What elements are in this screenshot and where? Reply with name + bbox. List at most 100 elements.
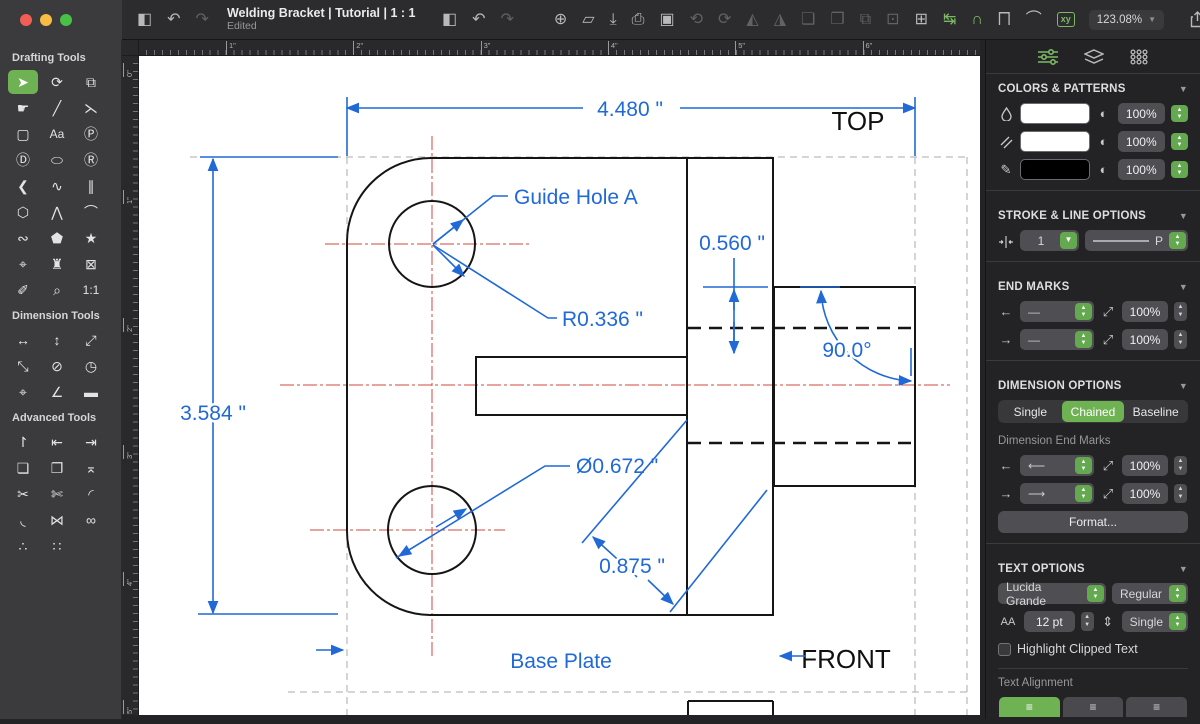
pattern-opacity-value[interactable]: 100%: [1117, 131, 1165, 152]
blob-tool[interactable]: ⬟: [42, 226, 72, 250]
dim-chain-text[interactable]: 0.875 ": [597, 553, 668, 581]
stroke-opacity-value[interactable]: 100%: [1117, 159, 1165, 180]
tab-layers[interactable]: [1084, 48, 1104, 65]
start-mark-dropdown[interactable]: — ▲ ▼: [1020, 301, 1094, 322]
collapse-chevron-icon[interactable]: ▼: [1179, 282, 1188, 292]
group-icon[interactable]: ❏: [801, 11, 815, 28]
multi-split-tool[interactable]: ✄: [42, 482, 72, 506]
share-icon[interactable]: [1190, 11, 1200, 28]
close-window-button[interactable]: [20, 13, 32, 26]
clip-box-tool[interactable]: ⊠: [76, 252, 106, 276]
rounded-rect-tool[interactable]: Ⓡ: [76, 148, 106, 172]
dim-start-mark-stepper[interactable]: ▲ ▼: [1075, 457, 1092, 474]
stroke-color-swatch[interactable]: [1020, 159, 1090, 180]
transform-tool[interactable]: ⧉: [76, 70, 106, 94]
distribute-icon[interactable]: ↹: [943, 11, 956, 28]
ellipse-tool[interactable]: ⬭: [42, 148, 72, 172]
top-view-label[interactable]: TOP: [830, 104, 887, 138]
fill-opacity-stepper[interactable]: ▲ ▼: [1171, 105, 1188, 122]
front-view-label[interactable]: FRONT: [799, 642, 893, 676]
base-plate-label[interactable]: Base Plate: [508, 648, 615, 676]
measure-tool[interactable]: ▬: [76, 380, 106, 404]
highlight-clipped-text-checkbox[interactable]: [998, 642, 1011, 656]
bezier-tool[interactable]: ⋀: [42, 200, 72, 224]
actual-size-tool[interactable]: 1:1: [76, 278, 106, 302]
polyline-tool[interactable]: ⋋: [76, 96, 106, 120]
drawing-canvas[interactable]: 4.480 " 3.584 " Guide Hole A R0.336 " 0.…: [139, 56, 980, 719]
union-tool[interactable]: ❏: [8, 456, 38, 480]
eyedropper-tool[interactable]: ✐: [8, 278, 38, 302]
format-button[interactable]: Format...: [998, 511, 1188, 533]
snap-curve-icon[interactable]: ⌒: [1026, 11, 1042, 28]
fillet-tool[interactable]: ◜: [76, 482, 106, 506]
diagonal-dimension-tool[interactable]: ⤢: [76, 328, 106, 352]
dimension-diameter[interactable]: Ø0.672 ": [395, 453, 661, 559]
insert-point-left-tool[interactable]: ⇤: [42, 430, 72, 454]
zoom-level-control[interactable]: 123.08% ▼: [1088, 9, 1165, 30]
rotate-tool[interactable]: ⟳: [42, 70, 72, 94]
line-tool[interactable]: ╱: [42, 96, 72, 120]
rotate-left-icon[interactable]: ⟲: [690, 11, 703, 28]
chamfer-tool[interactable]: ◟: [8, 508, 38, 532]
start-mark-stepper[interactable]: ▲ ▼: [1075, 303, 1092, 320]
font-family-dropdown[interactable]: Lucida Grande ▲ ▼: [998, 580, 1106, 608]
align-left-button[interactable]: ≡: [999, 697, 1060, 717]
font-size-value[interactable]: 12 pt: [1024, 611, 1075, 632]
import-icon[interactable]: ⤓: [610, 11, 617, 28]
oblique-dimension-tool[interactable]: ⤡: [8, 354, 38, 378]
print-icon[interactable]: ⎙: [632, 11, 645, 28]
dim-start-mark-dropdown[interactable]: ⟵ ▲ ▼: [1020, 455, 1094, 476]
freehand-tool[interactable]: ∾: [8, 226, 38, 250]
dimension-depth[interactable]: 0.560 ": [697, 230, 768, 355]
end-mark-scale[interactable]: 100%: [1122, 329, 1168, 350]
dim-radius-text[interactable]: R0.336 ": [560, 306, 646, 334]
chain-tool[interactable]: ∴: [8, 534, 38, 558]
font-size-stepper[interactable]: ▲ ▼: [1080, 612, 1094, 631]
center-mark-tool[interactable]: ⌖: [8, 380, 38, 404]
dimension-angle[interactable]: 90.0°: [800, 286, 913, 386]
snap-spacing-icon[interactable]: ⨅: [998, 11, 1011, 28]
line-spacing-dropdown[interactable]: Single ▲ ▼: [1121, 611, 1188, 632]
curve-tool[interactable]: ∿: [42, 174, 72, 198]
redo-icon[interactable]: ↷: [196, 11, 209, 28]
tab-patterns[interactable]: [1130, 48, 1148, 65]
flip-horizontal-icon[interactable]: ◮: [774, 11, 786, 28]
radius-dimension-tool[interactable]: ◷: [76, 354, 106, 378]
stroke-width-dropdown[interactable]: ▼: [1059, 232, 1077, 249]
duplicate-icon[interactable]: ⧉: [860, 11, 871, 28]
align-center-button[interactable]: ≡: [1062, 697, 1124, 717]
dim-height-text[interactable]: 3.584 ": [178, 400, 249, 428]
dim-angle-text[interactable]: 90.0°: [820, 337, 874, 365]
star-tool[interactable]: ★: [76, 226, 106, 250]
diameter-dimension-tool[interactable]: ⊘: [42, 354, 72, 378]
vertex-select-tool[interactable]: ↾: [8, 430, 38, 454]
end-mark-stepper[interactable]: ▲ ▼: [1075, 331, 1092, 348]
align-right-button[interactable]: ≡: [1126, 697, 1188, 717]
curve-handle-tool[interactable]: ⌅: [76, 456, 106, 480]
tab-style[interactable]: [1038, 48, 1058, 65]
dim-start-mark-scale-stepper[interactable]: ▲ ▼: [1174, 456, 1187, 475]
zoom-tool[interactable]: ⌕: [42, 278, 72, 302]
select-tool[interactable]: ➤: [8, 70, 38, 94]
dim-start-mark-scale[interactable]: 100%: [1122, 455, 1168, 476]
polygon-tool[interactable]: ⬡: [8, 200, 38, 224]
zoom-window-button[interactable]: [60, 13, 72, 26]
horizontal-dimension-tool[interactable]: ↔: [8, 328, 38, 352]
pan-tool[interactable]: ☛: [8, 96, 38, 120]
dim-end-mark-scale[interactable]: 100%: [1122, 483, 1168, 504]
spiral-tool[interactable]: ⌖: [8, 252, 38, 276]
stroke-opacity-stepper[interactable]: ▲ ▼: [1171, 161, 1188, 178]
mode-single-button[interactable]: Single: [999, 401, 1062, 422]
rectangle-tool[interactable]: ▢: [8, 122, 38, 146]
flip-vertical-icon[interactable]: ◭: [746, 11, 758, 28]
line-spacing-stepper[interactable]: ▲ ▼: [1169, 613, 1186, 630]
line-style-control[interactable]: P ▲ ▼: [1084, 230, 1188, 251]
dimension-chain[interactable]: 0.875 ": [581, 419, 768, 613]
minimize-window-button[interactable]: [40, 13, 52, 26]
mode-chained-button[interactable]: Chained: [1061, 401, 1125, 422]
dim-shape-tool[interactable]: Ⓓ: [8, 148, 38, 172]
ungroup-icon[interactable]: ❐: [830, 11, 844, 28]
collapse-chevron-icon[interactable]: ▼: [1179, 564, 1188, 574]
toggle-left-sidebar-icon[interactable]: ◧: [137, 11, 152, 28]
start-mark-scale-stepper[interactable]: ▲ ▼: [1174, 302, 1187, 321]
